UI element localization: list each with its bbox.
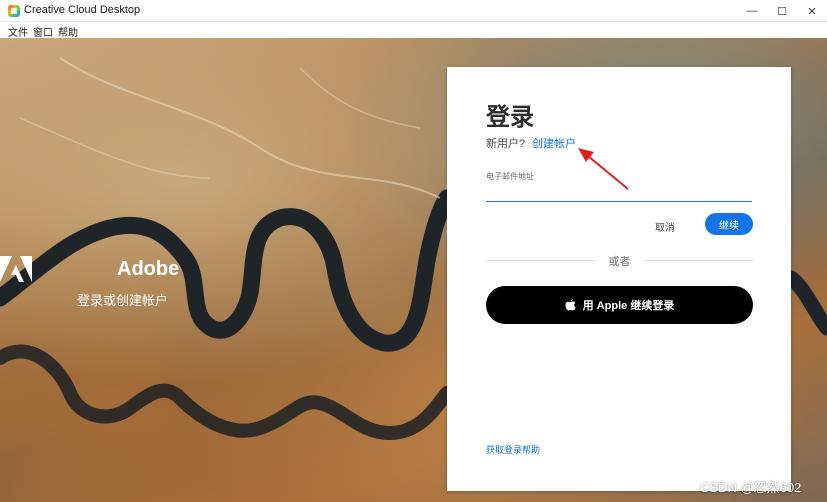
cancel-button[interactable]: 取消 [655, 219, 675, 234]
or-separator: 或者 [608, 256, 631, 268]
close-button[interactable]: ✕ [797, 0, 827, 22]
adobe-wordmark: Adobe [117, 258, 180, 280]
email-label: 电子邮件地址 [486, 172, 534, 181]
minimize-button[interactable]: — [737, 0, 767, 22]
page-title: 登录 [486, 104, 534, 131]
new-user-label: 新用户? [486, 138, 526, 150]
divider-left [486, 260, 596, 261]
branding-tagline: 登录或创建帐户 [77, 293, 169, 308]
apple-signin-label: 用 Apple 继续登录 [582, 300, 675, 312]
creative-cloud-app-icon [8, 5, 20, 17]
menu-window[interactable]: 窗口 [33, 24, 53, 39]
continue-button[interactable]: 继续 [705, 213, 753, 235]
menu-help[interactable]: 帮助 [58, 24, 78, 39]
menu-file[interactable]: 文件 [8, 24, 28, 39]
divider-right [643, 260, 753, 261]
window-controls: — ☐ ✕ [737, 0, 827, 22]
apple-signin-button[interactable]: 用 Apple 继续登录 [486, 286, 753, 324]
signin-help-link[interactable]: 获取登录帮助 [486, 443, 540, 456]
create-account-link[interactable]: 创建帐户 [532, 135, 576, 151]
menu-bar: 文件 窗口 帮助 [0, 22, 827, 39]
title-bar: Creative Cloud Desktop — ☐ ✕ [0, 0, 827, 22]
adobe-logo-icon [0, 256, 32, 282]
window-title: Creative Cloud Desktop [24, 4, 141, 16]
login-card: 登录 新用户? 创建帐户 电子邮件地址 取消 继续 或者 用 Apple 继续登… [447, 67, 791, 491]
maximize-button[interactable]: ☐ [767, 0, 797, 22]
email-field[interactable] [486, 183, 752, 202]
apple-icon [565, 299, 576, 311]
watermark: CSDN @忽然602 [700, 480, 802, 495]
